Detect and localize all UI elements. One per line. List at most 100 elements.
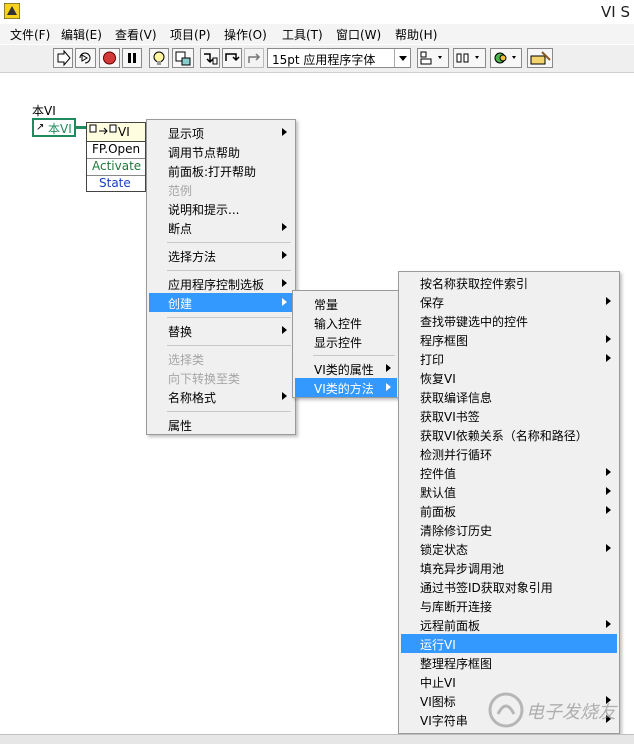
menu-item-visible-items[interactable]: 显示项 <box>149 123 293 142</box>
invoke-node[interactable]: VI FP.Open Activate State <box>86 122 146 192</box>
menu-item-cleanup-diagram[interactable]: 整理程序框图 <box>401 653 617 672</box>
menu-item-downcast: 向下转换至类 <box>168 372 241 386</box>
invoke-node-param-state[interactable]: State <box>87 176 145 193</box>
invoke-node-header: VI <box>87 123 145 142</box>
step-over-button[interactable] <box>222 48 242 68</box>
menu-item-clear-revision-history[interactable]: 清除修订历史 <box>401 520 617 539</box>
font-selector[interactable]: 15pt 应用程序字体 <box>267 48 411 68</box>
submenu-arrow-icon <box>606 544 611 552</box>
menu-item-detect-parallel-loops[interactable]: 检测并行循环 <box>401 444 617 463</box>
menu-item-save[interactable]: 保存 <box>401 292 617 311</box>
context-menu: 显示项 调用节点帮助 前面板:打开帮助 范例 说明和提示... 断点 选择方法 … <box>146 119 296 435</box>
menu-edit[interactable]: 编辑(E) <box>61 26 102 43</box>
menu-operate[interactable]: 操作(O) <box>224 26 267 43</box>
menu-item-get-vi-dependencies[interactable]: 获取VI依赖关系（名称和路径） <box>401 425 617 444</box>
invoke-node-icon <box>89 124 117 135</box>
pause-icon <box>128 53 136 63</box>
menu-item-lock-state[interactable]: 锁定状态 <box>401 539 617 558</box>
step-into-icon <box>204 53 218 65</box>
menu-item-properties[interactable]: 属性 <box>149 415 293 434</box>
menu-item-find-key-focus[interactable]: 查找带键选中的控件 <box>401 311 617 330</box>
menu-item-revert-vi[interactable]: 恢复VI <box>401 368 617 387</box>
submenu-arrow-icon <box>606 506 611 514</box>
menu-item-get-vi-bookmarks[interactable]: 获取VI书签 <box>401 406 617 425</box>
submenu-arrow-icon <box>386 383 391 391</box>
submenu-arrow-icon <box>282 279 287 287</box>
step-into-button[interactable] <box>200 48 220 68</box>
run-arrow-icon <box>57 49 71 67</box>
submenu-arrow-icon <box>282 128 287 136</box>
menu-item-print[interactable]: 打印 <box>401 349 617 368</box>
step-out-button[interactable] <box>244 48 264 68</box>
menu-view[interactable]: 查看(V) <box>115 26 157 43</box>
this-vi-reference[interactable]: ↗ 本VI <box>32 118 76 137</box>
menu-item-vi-class-properties[interactable]: VI类的属性 <box>295 359 397 378</box>
toolbar: 15pt 应用程序字体 <box>0 45 634 73</box>
highlight-execution-button[interactable] <box>149 48 169 68</box>
menu-item-get-compile-info[interactable]: 获取编译信息 <box>401 387 617 406</box>
invoke-node-class: VI <box>118 125 130 139</box>
submenu-arrow-icon <box>606 487 611 495</box>
menu-item-default-values[interactable]: 默认值 <box>401 482 617 501</box>
this-vi-label: 本VI <box>32 104 56 118</box>
window-title: VI S <box>601 3 630 21</box>
align-objects-button[interactable] <box>417 48 449 68</box>
submenu-arrow-icon <box>282 326 287 334</box>
menu-file[interactable]: 文件(F) <box>10 26 50 43</box>
submenu-arrow-icon <box>386 364 391 372</box>
menu-item-create[interactable]: 创建 <box>149 293 293 312</box>
menu-item-panel-open-help[interactable]: 前面板:打开帮助 <box>149 161 293 180</box>
menu-item-name-format[interactable]: 名称格式 <box>149 387 293 406</box>
menu-tools[interactable]: 工具(T) <box>282 26 323 43</box>
reorder-button[interactable] <box>490 48 522 68</box>
title-bar: VI S <box>0 0 634 24</box>
invoke-node-method[interactable]: FP.Open <box>87 142 145 159</box>
create-submenu: 常量 输入控件 显示控件 VI类的属性 VI类的方法 <box>292 290 400 398</box>
menu-item-populate-async-pool[interactable]: 填充异步调用池 <box>401 558 617 577</box>
distribute-objects-button[interactable] <box>453 48 486 68</box>
submenu-arrow-icon <box>282 392 287 400</box>
menu-separator <box>167 270 291 271</box>
menu-item-select-method[interactable]: 选择方法 <box>149 246 293 265</box>
menu-item-block-diagram[interactable]: 程序框图 <box>401 330 617 349</box>
menu-item-examples: 范例 <box>168 184 193 198</box>
retain-wire-values-button[interactable] <box>172 48 194 68</box>
submenu-arrow-icon <box>606 468 611 476</box>
menu-item-remote-front-panel[interactable]: 远程前面板 <box>401 615 617 634</box>
run-continuously-button[interactable] <box>75 48 96 68</box>
menu-item-node-help[interactable]: 调用节点帮助 <box>149 142 293 161</box>
menu-separator <box>167 317 291 318</box>
menu-item-constant[interactable]: 常量 <box>295 294 397 313</box>
menu-item-control[interactable]: 输入控件 <box>295 313 397 332</box>
menu-item-replace[interactable]: 替换 <box>149 321 293 340</box>
submenu-arrow-icon <box>606 297 611 305</box>
invoke-node-param-activate[interactable]: Activate <box>87 159 145 176</box>
run-button[interactable] <box>53 48 73 68</box>
menu-item-description[interactable]: 说明和提示... <box>149 199 293 218</box>
cleanup-diagram-icon <box>530 51 551 65</box>
menu-item-indicator[interactable]: 显示控件 <box>295 332 397 351</box>
menu-item-vi-class-methods[interactable]: VI类的方法 <box>295 378 397 397</box>
abort-button[interactable] <box>99 48 120 68</box>
align-objects-icon <box>420 51 442 65</box>
menu-item-app-control-palette[interactable]: 应用程序控制选板 <box>149 274 293 293</box>
submenu-arrow-icon <box>282 251 287 259</box>
pause-button[interactable] <box>122 48 142 68</box>
menu-help[interactable]: 帮助(H) <box>395 26 437 43</box>
menu-item-breakpoint[interactable]: 断点 <box>149 218 293 237</box>
cleanup-diagram-button[interactable] <box>527 48 553 68</box>
step-over-icon <box>225 53 240 62</box>
watermark-text: 电子发烧友 <box>526 702 616 723</box>
menu-project[interactable]: 项目(P) <box>170 26 211 43</box>
menu-item-front-panel[interactable]: 前面板 <box>401 501 617 520</box>
labview-app-icon[interactable] <box>4 3 20 19</box>
menu-item-get-object-by-bookmark[interactable]: 通过书签ID获取对象引用 <box>401 577 617 596</box>
menu-window[interactable]: 窗口(W) <box>336 26 381 43</box>
reference-icon: ↗ <box>36 122 45 133</box>
menu-item-disconnect-library[interactable]: 与库断开连接 <box>401 596 617 615</box>
menu-item-control-value[interactable]: 控件值 <box>401 463 617 482</box>
menu-item-get-control-index[interactable]: 按名称获取控件索引 <box>401 273 617 292</box>
horizontal-scrollbar[interactable] <box>0 734 634 744</box>
submenu-arrow-icon <box>282 223 287 231</box>
menu-item-run-vi[interactable]: 运行VI <box>401 634 617 653</box>
